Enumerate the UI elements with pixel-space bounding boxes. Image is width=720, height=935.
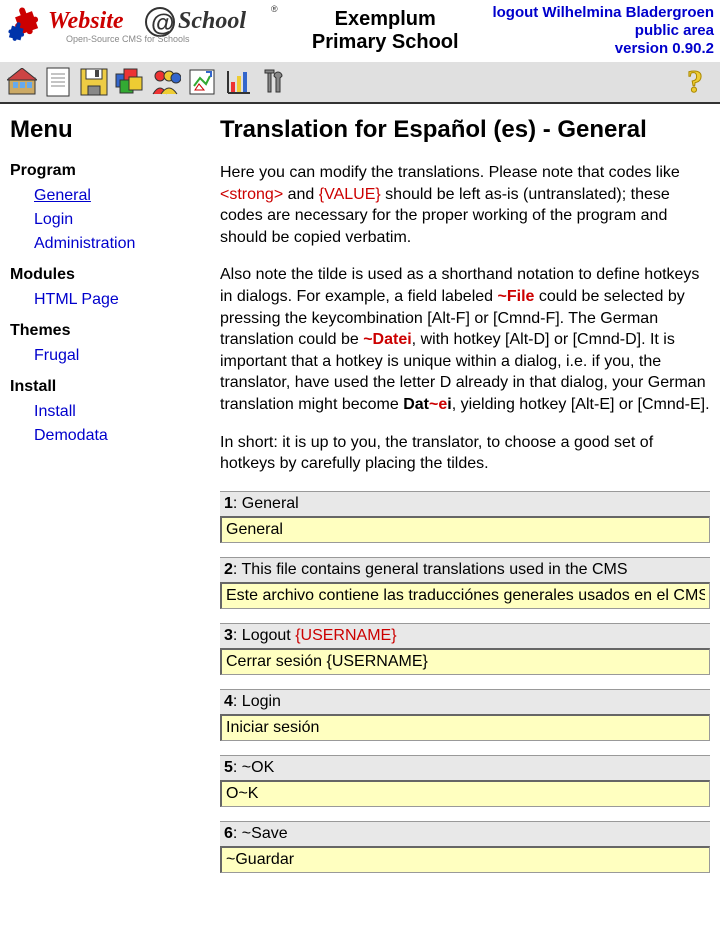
website-at-school-text-icon: Website @ School ® Open-Source CMS for S… (48, 4, 278, 48)
content: Translation for Español (es) - General H… (220, 116, 710, 887)
translation-input[interactable] (220, 714, 710, 741)
home-button[interactable] (6, 66, 38, 98)
logo[interactable]: Website @ School ® Open-Source CMS for S… (6, 4, 278, 48)
svg-text:Website: Website (48, 8, 124, 34)
public-area-link[interactable]: public area (492, 22, 714, 40)
field-label: 1: General (220, 491, 710, 516)
svg-text:@: @ (151, 10, 174, 37)
header-right: logout Wilhelmina Bladergroen public are… (492, 4, 714, 58)
stats-button[interactable] (222, 66, 254, 98)
save-button[interactable] (78, 66, 110, 98)
translation-input[interactable] (220, 582, 710, 609)
translation-field: 5: ~OK (220, 755, 710, 807)
main: Menu Program GeneralLoginAdministration Mo… (0, 104, 720, 907)
menu-section: Program (10, 162, 200, 180)
document-button[interactable] (42, 66, 74, 98)
menu-section: Install (10, 378, 200, 396)
field-label: 2: This file contains general translatio… (220, 557, 710, 582)
translation-input[interactable] (220, 846, 710, 873)
menu-item[interactable]: Administration (10, 232, 200, 256)
users-button[interactable] (150, 66, 182, 98)
field-label: 5: ~OK (220, 755, 710, 780)
logout-link[interactable]: logout Wilhelmina Bladergroen (492, 4, 714, 22)
translation-input[interactable] (220, 780, 710, 807)
school-name-1: Exemplum (278, 8, 492, 31)
tools-button[interactable] (258, 66, 290, 98)
help-button[interactable]: ? (682, 66, 714, 98)
header: Website @ School ® Open-Source CMS for S… (0, 0, 720, 62)
field-label: 3: Logout {USERNAME} (220, 623, 710, 648)
intro-paragraph-3: In short: it is up to you, the translato… (220, 432, 710, 475)
sidebar: Menu Program GeneralLoginAdministration Mo… (10, 116, 200, 887)
title-center: Exemplum Primary School (278, 4, 492, 54)
menu-item[interactable]: Demodata (10, 424, 200, 448)
menu-item[interactable]: General (10, 184, 200, 208)
puzzle-icon (6, 4, 46, 48)
menu-title: Menu (10, 116, 200, 144)
page-title: Translation for Español (es) - General (220, 116, 710, 144)
translation-field: 3: Logout {USERNAME} (220, 623, 710, 675)
translation-field: 4: Login (220, 689, 710, 741)
modules-button[interactable] (114, 66, 146, 98)
svg-text:Open-Source CMS for Schools: Open-Source CMS for Schools (66, 34, 190, 44)
translation-field: 6: ~Save (220, 821, 710, 873)
translation-input[interactable] (220, 648, 710, 675)
school-name-2: Primary School (278, 31, 492, 54)
intro-paragraph-2: Also note the tilde is used as a shortha… (220, 264, 710, 415)
translation-field: 1: General (220, 491, 710, 543)
field-label: 4: Login (220, 689, 710, 714)
menu-item[interactable]: Login (10, 208, 200, 232)
menu-item[interactable]: Frugal (10, 344, 200, 368)
menu-item[interactable]: Install (10, 400, 200, 424)
menu-item[interactable]: HTML Page (10, 288, 200, 312)
svg-text:?: ? (687, 66, 703, 98)
menu-section: Themes (10, 322, 200, 340)
toolbar: ? (0, 62, 720, 104)
config-button[interactable] (186, 66, 218, 98)
translation-input[interactable] (220, 516, 710, 543)
version-text: version 0.90.2 (492, 40, 714, 58)
svg-text:School: School (178, 8, 246, 34)
field-label: 6: ~Save (220, 821, 710, 846)
translation-field: 2: This file contains general translatio… (220, 557, 710, 609)
svg-text:®: ® (271, 4, 278, 14)
intro-paragraph-1: Here you can modify the translations. Pl… (220, 162, 710, 248)
menu-section: Modules (10, 266, 200, 284)
